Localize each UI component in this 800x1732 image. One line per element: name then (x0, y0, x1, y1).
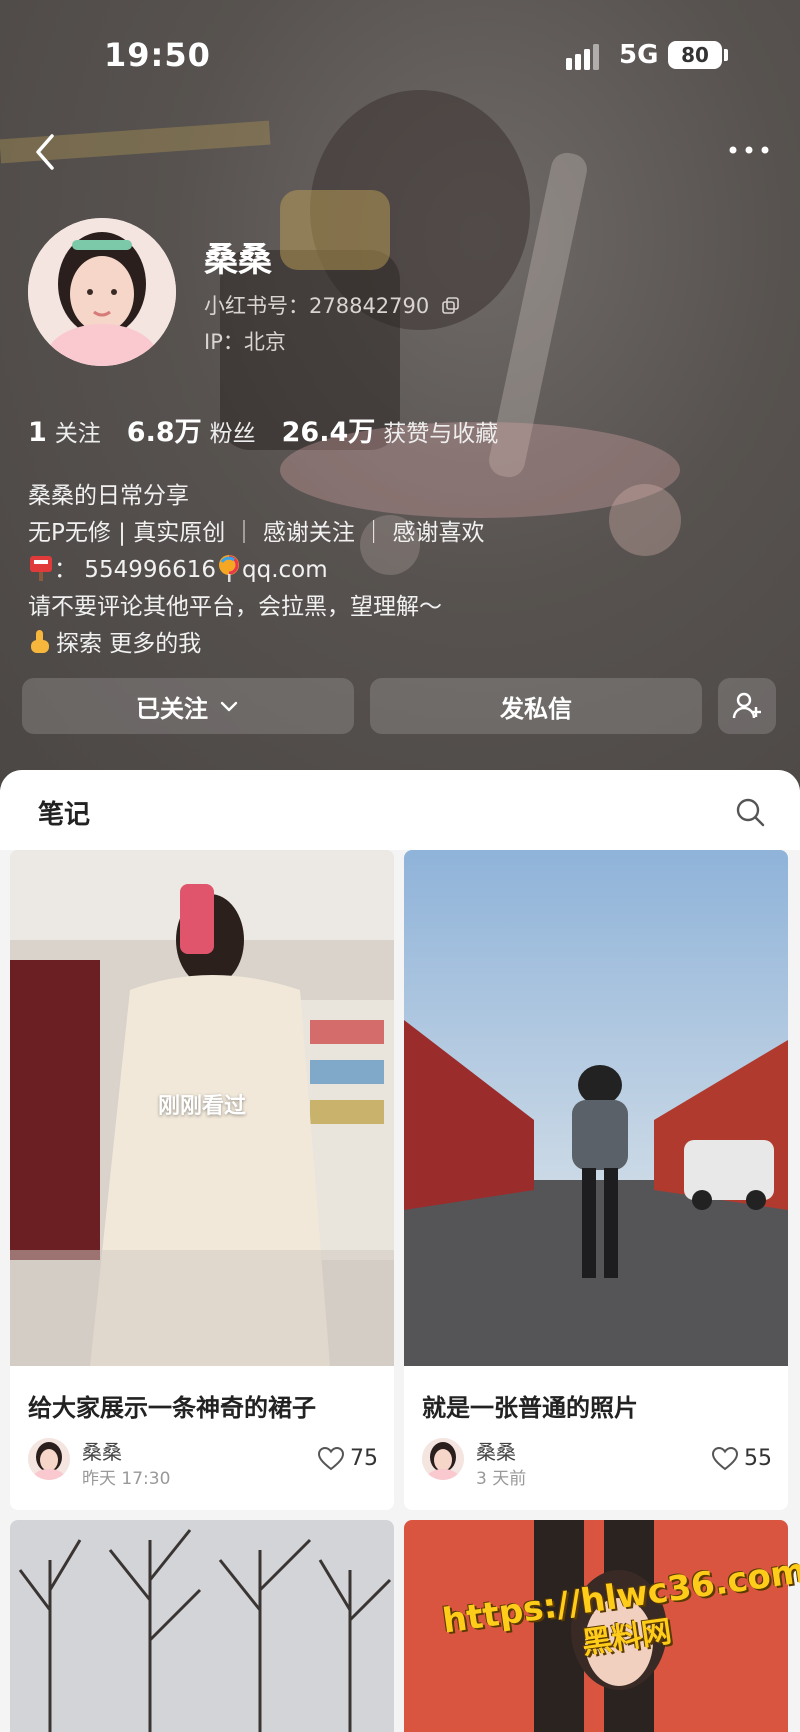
more-icon[interactable] (724, 138, 774, 162)
note-cover-image (10, 1520, 394, 1732)
stat-label: 粉丝 (209, 421, 256, 447)
like-button[interactable]: 75 (318, 1446, 378, 1471)
status-time: 19:50 (104, 36, 211, 74)
note-title: 给大家展示一条神奇的裙子 (28, 1394, 316, 1422)
lollipop-icon (219, 555, 240, 582)
profile-header: 19:50 5G 80 桑桑 小红书号：278842790 IP：北京 1 关注… (0, 0, 800, 790)
recently-viewed-label: 刚刚看过 (157, 1094, 246, 1119)
add-friend-button[interactable] (718, 678, 776, 734)
ip-location: IP：北京 (204, 330, 286, 354)
stat-likes-collects[interactable]: 26.4万 获赞与收藏 (282, 410, 499, 449)
note-author-name[interactable]: 桑桑 (476, 1436, 516, 1465)
stat-label: 获赞与收藏 (383, 421, 499, 447)
bio-line: 桑桑的日常分享 (28, 483, 189, 509)
bio-explore-text: 探索 更多的我 (56, 631, 202, 657)
stat-followers[interactable]: 6.8万 粉丝 (127, 410, 256, 449)
note-card[interactable]: 就是一张普通的照片 桑桑 3 天前 55 (404, 850, 788, 1510)
profile-name: 桑桑 (204, 240, 272, 280)
note-cover-image (404, 850, 788, 1366)
note-title: 就是一张普通的照片 (422, 1394, 638, 1422)
chevron-down-icon (220, 701, 238, 712)
avatar[interactable] (28, 218, 176, 366)
note-time: 昨天 17:30 (82, 1469, 171, 1489)
bio-contact-domain: qq.com (242, 557, 328, 583)
bio-explore-line[interactable]: 探索 更多的我 (28, 626, 485, 663)
heart-icon (318, 1446, 344, 1470)
note-time: 3 天前 (476, 1469, 527, 1489)
stat-following[interactable]: 1 关注 (28, 414, 101, 448)
note-author-name[interactable]: 桑桑 (82, 1436, 122, 1465)
profile-bio: 桑桑的日常分享 无P无修 | 真实原创 ｜ 感谢关注 ｜ 感谢喜欢 ： 5549… (28, 478, 485, 663)
followed-label: 已关注 (136, 694, 208, 723)
like-button[interactable]: 55 (712, 1446, 772, 1471)
search-icon[interactable] (734, 796, 766, 828)
add-friend-icon (732, 692, 761, 719)
stat-value: 6.8万 (126, 417, 202, 448)
status-bar: 19:50 5G 80 (0, 0, 800, 110)
copy-icon[interactable] (442, 297, 460, 315)
signal-icon (566, 44, 599, 70)
red-id[interactable]: 小红书号：278842790 (204, 290, 460, 320)
avatar-image (28, 1438, 70, 1480)
battery-indicator: 80 (668, 41, 728, 69)
note-card[interactable]: 刚刚看过 给大家展示一条神奇的裙子 桑桑 昨天 17:30 75 (10, 850, 394, 1510)
network-type: 5G (619, 40, 659, 70)
profile-stats: 1 关注 6.8万 粉丝 26.4万 获赞与收藏 (28, 410, 524, 449)
note-author-avatar[interactable] (422, 1438, 464, 1480)
pointing-down-icon (31, 630, 49, 653)
bio-contact-text: ： 554996616 (54, 557, 217, 583)
mailbox-icon (30, 556, 52, 581)
notes-tab-bar: 笔记 (0, 770, 800, 850)
red-id-text: 小红书号：278842790 (204, 294, 430, 318)
note-card[interactable] (10, 1520, 394, 1732)
note-author-avatar[interactable] (28, 1438, 70, 1480)
stat-value: 1 (28, 417, 47, 448)
heart-icon (712, 1446, 738, 1470)
header-background-photo (0, 90, 681, 575)
bio-contact-line: ： 554996616 qq.com (28, 552, 485, 589)
stat-label: 关注 (54, 421, 101, 447)
stat-value: 26.4万 (281, 417, 376, 448)
message-button[interactable]: 发私信 (370, 678, 702, 734)
back-arrow-icon[interactable] (28, 130, 64, 174)
followed-button[interactable]: 已关注 (22, 678, 354, 734)
bio-line: 无P无修 | 真实原创 ｜ 感谢关注 ｜ 感谢喜欢 (28, 520, 485, 546)
like-count: 75 (350, 1446, 378, 1471)
tab-notes[interactable]: 笔记 (38, 794, 90, 831)
bio-line: 请不要评论其他平台，会拉黑，望理解～ (28, 594, 442, 620)
avatar-image (28, 218, 176, 366)
avatar-image (422, 1438, 464, 1480)
like-count: 55 (744, 1446, 772, 1471)
message-label: 发私信 (500, 694, 572, 723)
